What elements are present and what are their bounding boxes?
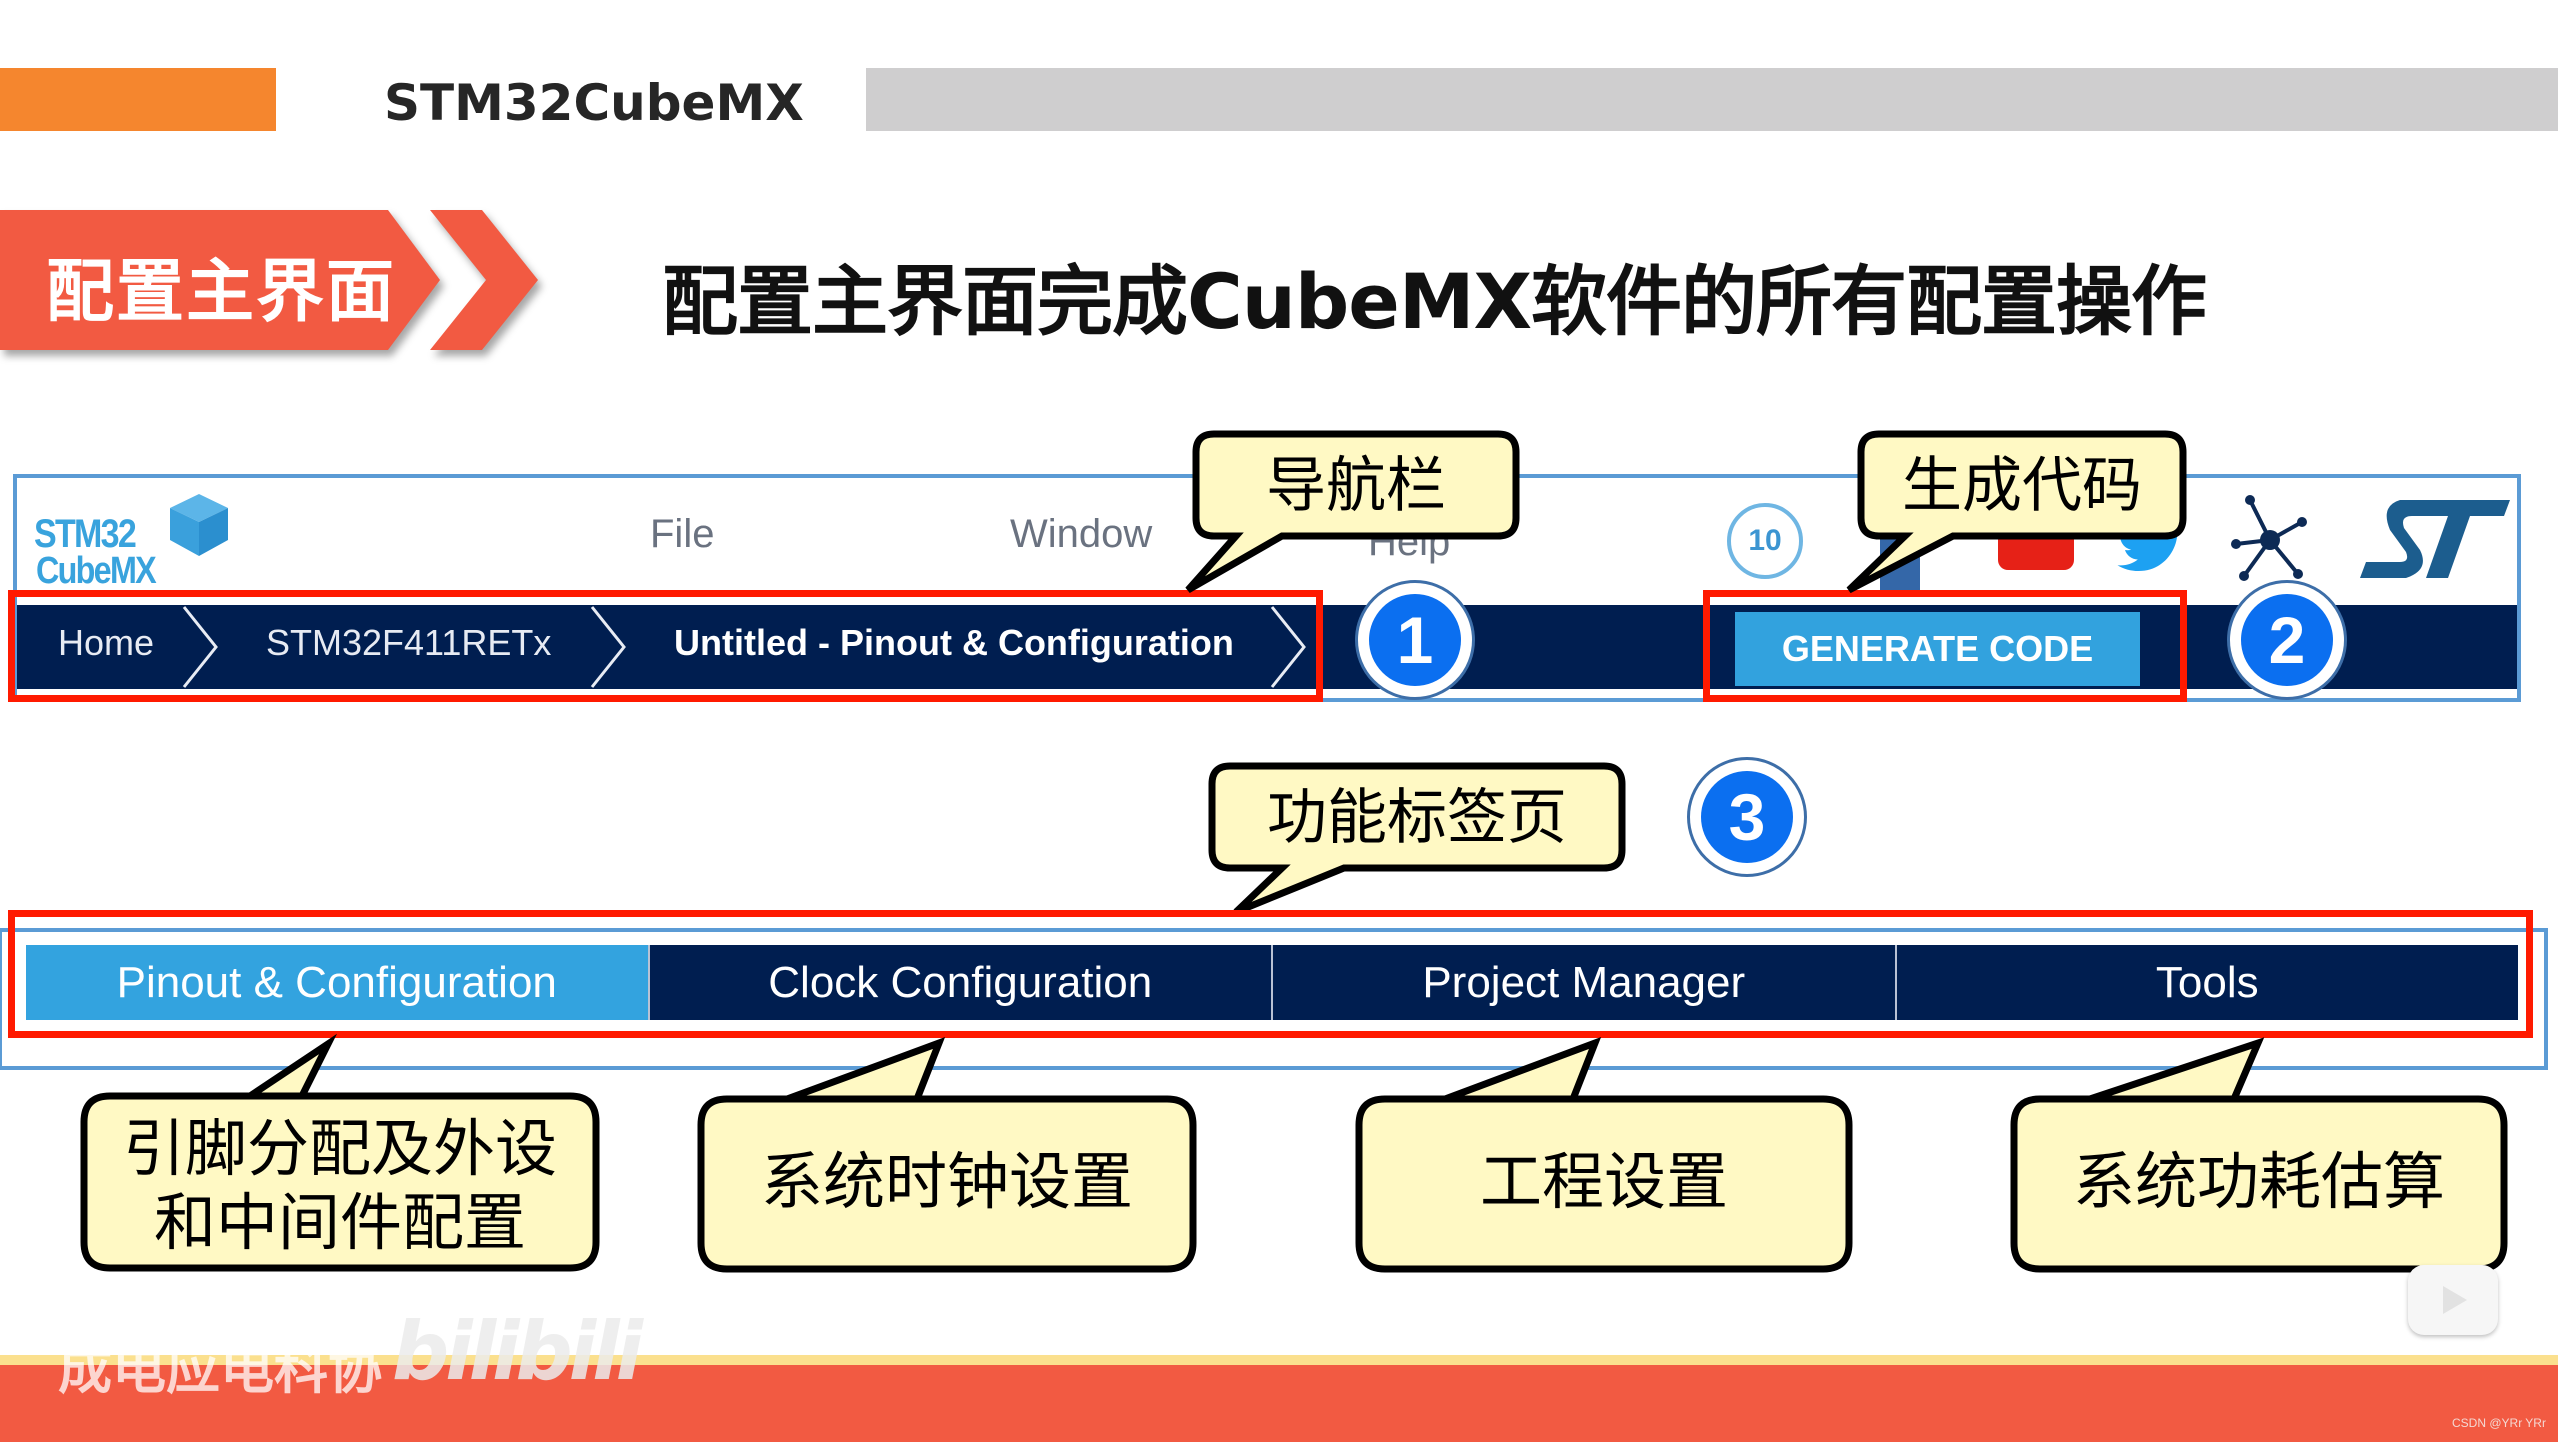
highlight-generate <box>1703 590 2187 702</box>
accent-bar-orange <box>0 68 276 131</box>
play-video-button[interactable] <box>2408 1265 2498 1335</box>
callout-project: 工程设置 <box>1355 1036 1853 1273</box>
slide-heading: 配置主界面完成CubeMX软件的所有配置操作 <box>662 257 2207 346</box>
chevron-right-icon <box>430 210 550 350</box>
logo-text-line2: CubeMX <box>36 550 157 592</box>
footer-band <box>0 1365 2558 1442</box>
highlight-navbar <box>8 590 1323 702</box>
highlight-tabs <box>8 910 2533 1038</box>
marker-1-label: 1 <box>1369 594 1461 686</box>
menu-window[interactable]: Window <box>1010 512 1152 557</box>
section-badge-label: 配置主界面 <box>46 253 397 332</box>
marker-1: 1 <box>1355 580 1475 700</box>
bilibili-logo: bilibili <box>392 1305 643 1398</box>
marker-2-label: 2 <box>2241 594 2333 686</box>
marker-3: 3 <box>1687 757 1807 877</box>
callout-generate-text: 生成代码 <box>1902 451 2142 521</box>
csdn-credit: CSDN @YRr YRr <box>2452 1416 2546 1430</box>
callout-tools: 系统功耗估算 <box>2010 1037 2508 1273</box>
cube-icon <box>170 494 228 556</box>
callout-navbar-text: 导航栏 <box>1266 451 1446 521</box>
ten-years-label: 10 <box>1748 524 1782 557</box>
footer-stripe <box>0 1355 2558 1365</box>
callout-project-text: 工程设置 <box>1479 1145 1728 1218</box>
deck-title: STM32CubeMX <box>384 74 804 132</box>
st-logo-icon[interactable] <box>2360 500 2510 578</box>
callout-generate: 生成代码 <box>1846 430 2187 594</box>
callout-clock-text: 系统时钟设置 <box>760 1145 1133 1218</box>
callout-navbar: 导航栏 <box>1185 430 1520 594</box>
play-icon <box>2443 1286 2467 1314</box>
callout-tabs: 功能标签页 <box>1208 762 1626 916</box>
section-badge: 配置主界面 <box>0 210 440 350</box>
callout-pinout-text-line2: 和中间件配置 <box>153 1186 526 1259</box>
10-years-badge-icon[interactable]: 10 <box>1727 503 1803 579</box>
stm32cubemx-logo: STM32 CubeMX <box>34 490 234 592</box>
marker-3-label: 3 <box>1701 771 1793 863</box>
menu-file[interactable]: File <box>650 512 714 557</box>
watermark-text: 成电应电科协 <box>58 1338 382 1401</box>
callout-clock: 系统时钟设置 <box>697 1037 1197 1273</box>
callout-pinout: 引脚分配及外设 和中间件配置 <box>80 1033 600 1272</box>
accent-bar-grey <box>866 68 2558 131</box>
callout-tabs-text: 功能标签页 <box>1267 783 1567 853</box>
marker-2: 2 <box>2227 580 2347 700</box>
network-icon[interactable] <box>2230 492 2310 582</box>
callout-tools-text: 系统功耗估算 <box>2072 1145 2445 1218</box>
callout-pinout-text-line1: 引脚分配及外设 <box>122 1112 557 1185</box>
